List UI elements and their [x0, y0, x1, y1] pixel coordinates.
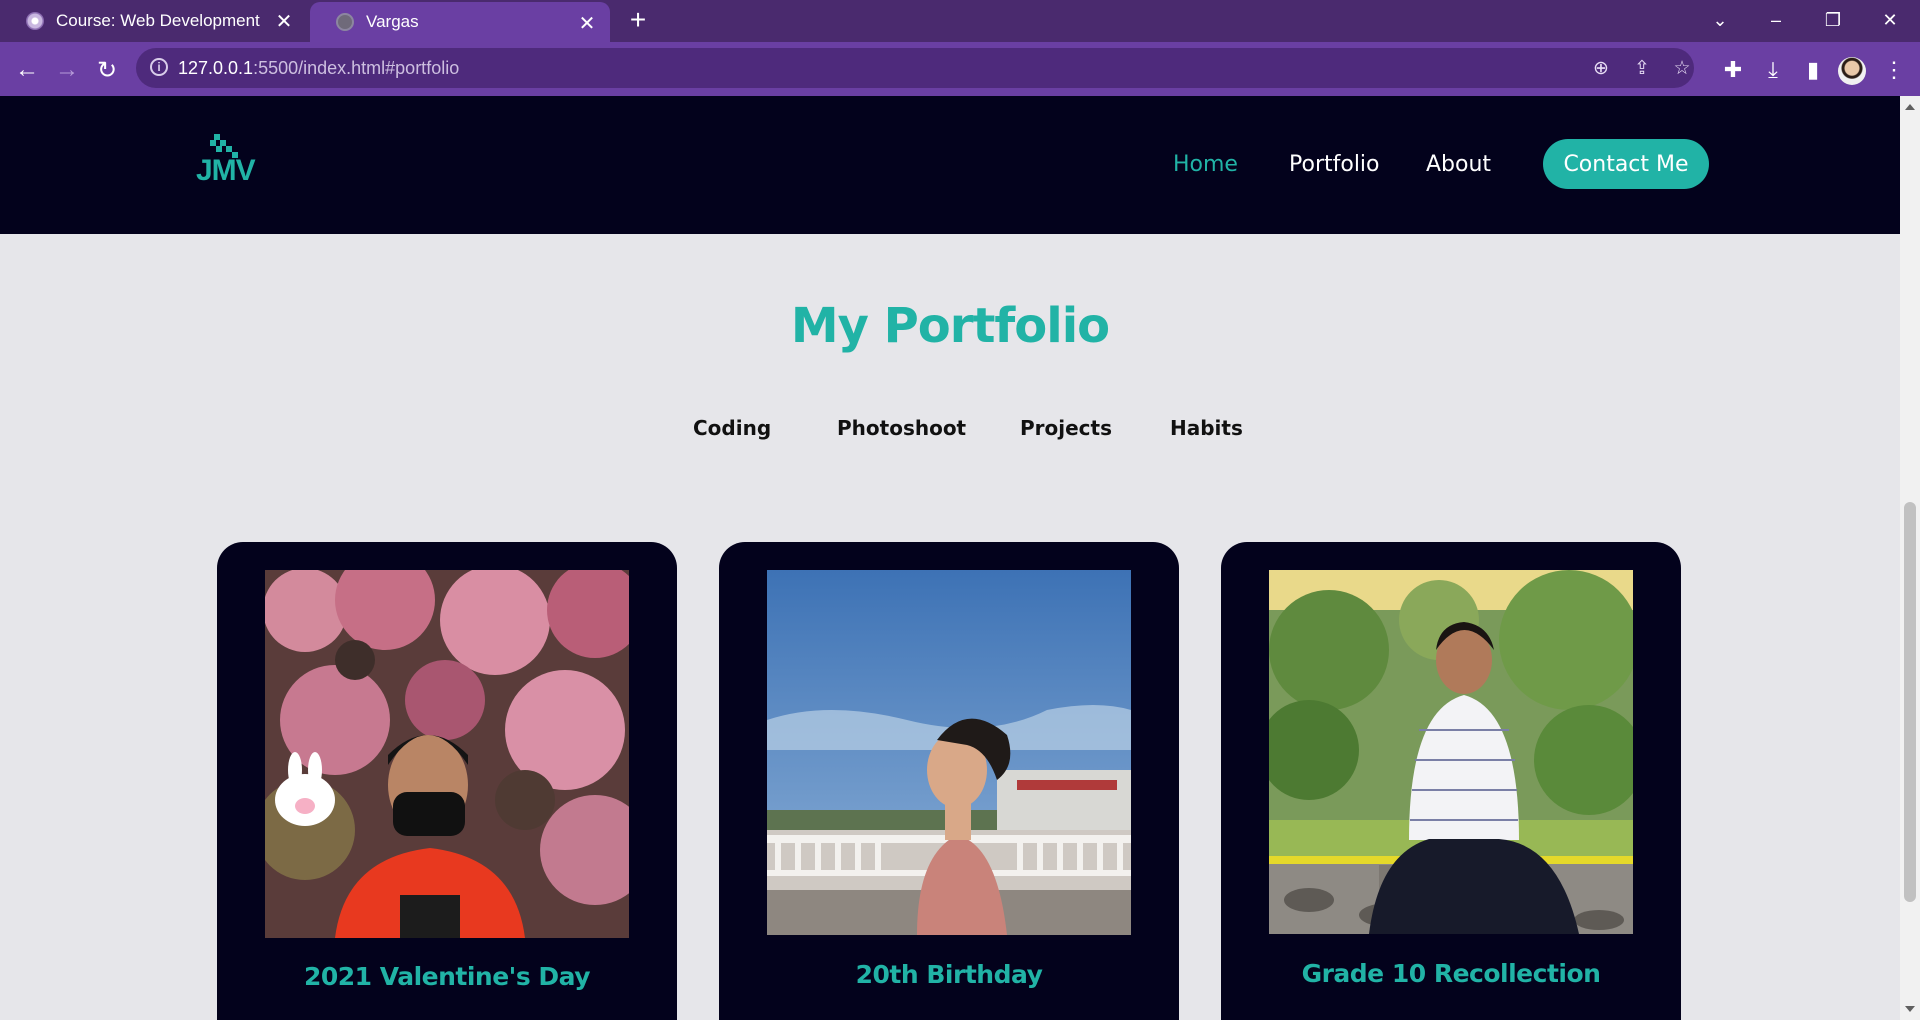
filter-projects[interactable]: Projects [1020, 416, 1112, 440]
extensions-puzzle-icon[interactable]: ✚ [1718, 55, 1748, 85]
tab-search-chevron-icon[interactable]: ⌄ [1700, 6, 1740, 34]
browser-toolbar: ← → ↻ i 127.0.0.1:5500/index.html#portfo… [0, 42, 1920, 96]
filter-photoshoot[interactable]: Photoshoot [837, 416, 966, 440]
tab-title: Course: Web Development [56, 11, 260, 30]
portfolio-card[interactable]: 20th Birthday [719, 542, 1179, 1020]
reload-icon[interactable]: ↻ [92, 55, 122, 85]
zoom-icon[interactable]: ⊕ [1589, 56, 1613, 80]
site-header: JMV Home Portfolio About Contact Me [0, 96, 1900, 234]
card-caption: 2021 Valentine's Day [303, 962, 591, 991]
web-page: JMV Home Portfolio About Contact Me My P… [0, 96, 1900, 1020]
tab-vargas[interactable]: Vargas ✕ [310, 2, 610, 42]
filter-coding[interactable]: Coding [693, 416, 771, 440]
profile-avatar[interactable] [1838, 57, 1866, 85]
nav-portfolio-link[interactable]: Portfolio [1289, 152, 1380, 177]
filter-habits[interactable]: Habits [1170, 416, 1243, 440]
recollection-photo [1269, 570, 1633, 934]
forward-arrow-icon[interactable]: → [52, 55, 82, 85]
close-tab-icon[interactable]: ✕ [576, 12, 598, 35]
browser-tab-strip: Course: Web Development ✕ Vargas ✕ + ⌄ –… [0, 0, 1920, 42]
page-scrollbar[interactable] [1900, 96, 1920, 1020]
back-arrow-icon[interactable]: ← [12, 55, 42, 85]
nav-about-link[interactable]: About [1426, 152, 1491, 177]
site-logo[interactable]: JMV [196, 134, 266, 190]
nav-home-link[interactable]: Home [1173, 152, 1238, 177]
address-bar[interactable]: i 127.0.0.1:5500/index.html#portfolio ⊕ … [136, 48, 1694, 88]
new-tab-button[interactable]: + [625, 6, 651, 34]
course-favicon-icon [26, 12, 44, 30]
scroll-down-arrow-icon[interactable] [1905, 1006, 1915, 1012]
tab-course-web-development[interactable]: Course: Web Development ✕ [0, 0, 307, 42]
site-info-icon[interactable]: i [150, 58, 168, 76]
window-close-button[interactable]: ✕ [1870, 6, 1910, 34]
tab-title: Vargas [366, 12, 419, 31]
side-panel-icon[interactable]: ▮ [1798, 55, 1828, 85]
globe-favicon-icon [336, 13, 354, 31]
minimize-button[interactable]: – [1756, 6, 1796, 34]
portfolio-card[interactable]: 2021 Valentine's Day [217, 542, 677, 1020]
portfolio-title: My Portfolio [790, 298, 1110, 354]
download-icon[interactable]: ⤓ [1758, 55, 1788, 85]
valentines-photo [265, 570, 629, 938]
contact-me-button[interactable]: Contact Me [1543, 139, 1709, 189]
scrollbar-thumb[interactable] [1904, 502, 1916, 902]
close-tab-icon[interactable]: ✕ [273, 10, 295, 33]
scroll-up-arrow-icon[interactable] [1905, 104, 1915, 110]
birthday-photo [767, 570, 1131, 935]
card-caption: Grade 10 Recollection [1301, 959, 1601, 988]
share-icon[interactable]: ⇪ [1630, 56, 1654, 80]
url-text[interactable]: 127.0.0.1:5500/index.html#portfolio [178, 58, 459, 79]
more-menu-icon[interactable]: ⋮ [1879, 55, 1909, 85]
card-caption: 20th Birthday [855, 960, 1043, 989]
portfolio-card[interactable]: Grade 10 Recollection [1221, 542, 1681, 1020]
bookmark-star-icon[interactable]: ☆ [1670, 56, 1694, 80]
restore-button[interactable]: ❐ [1813, 6, 1853, 34]
logo-text: JMV [196, 154, 256, 187]
